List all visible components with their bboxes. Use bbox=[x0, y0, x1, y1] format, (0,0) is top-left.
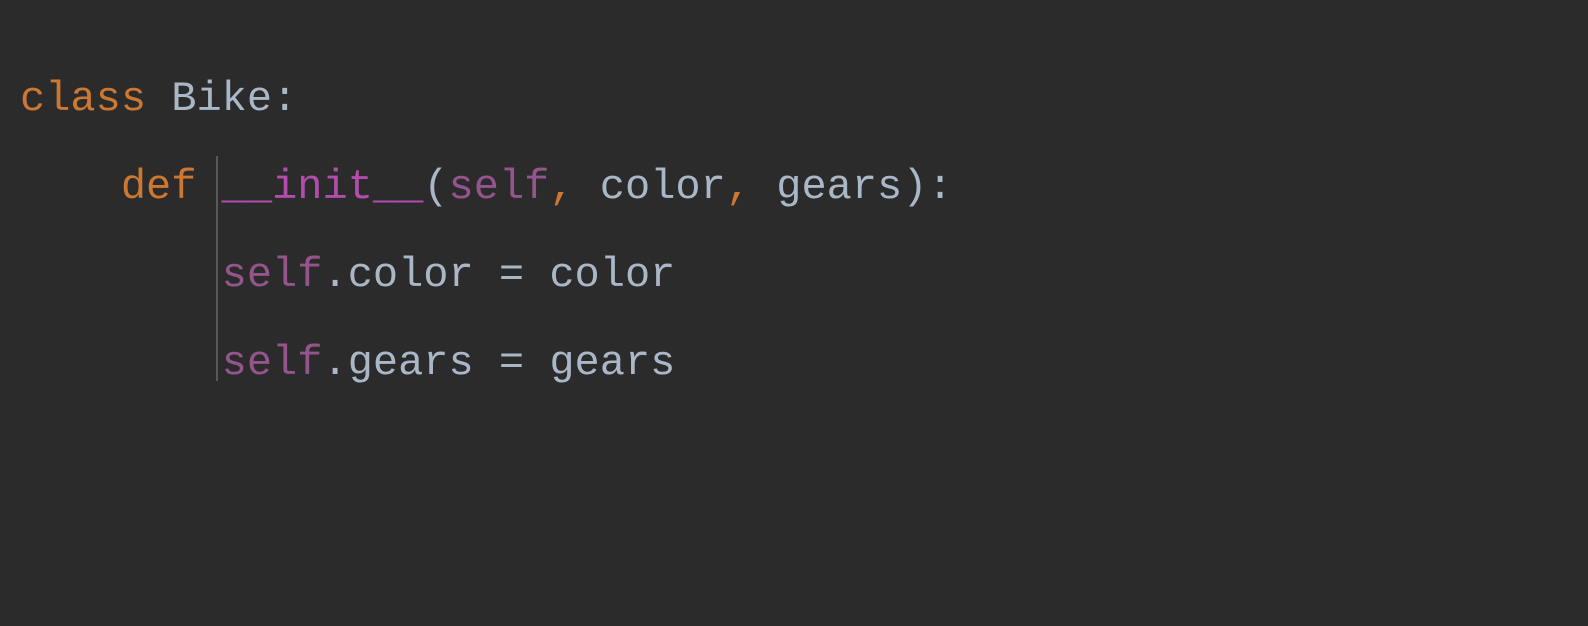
class-name: Bike bbox=[171, 75, 272, 123]
dot: . bbox=[322, 339, 347, 387]
comma: , bbox=[549, 163, 574, 211]
keyword-def: def bbox=[121, 163, 197, 211]
function-name: __init__ bbox=[222, 163, 424, 211]
dot: . bbox=[322, 251, 347, 299]
rhs-color: color bbox=[549, 251, 675, 299]
equals: = bbox=[474, 339, 550, 387]
code-line-1: class Bike: bbox=[20, 55, 1588, 143]
param-gears: gears bbox=[751, 163, 902, 211]
keyword-class: class bbox=[20, 75, 146, 123]
param-color: color bbox=[575, 163, 726, 211]
paren-open: ( bbox=[423, 163, 448, 211]
self-ref: self bbox=[222, 251, 323, 299]
rhs-gears: gears bbox=[549, 339, 675, 387]
equals: = bbox=[474, 251, 550, 299]
code-editor: class Bike: def __init__(self, color, ge… bbox=[0, 0, 1588, 407]
space bbox=[146, 75, 171, 123]
attr-color: color bbox=[348, 251, 474, 299]
space bbox=[196, 163, 221, 211]
code-line-2: def __init__(self, color, gears): bbox=[20, 143, 1588, 231]
paren-close: ) bbox=[902, 163, 927, 211]
colon: : bbox=[272, 75, 297, 123]
code-line-3: self.color = color bbox=[20, 231, 1588, 319]
self-ref: self bbox=[222, 339, 323, 387]
param-self: self bbox=[449, 163, 550, 211]
comma: , bbox=[726, 163, 751, 211]
code-line-4: self.gears = gears bbox=[20, 319, 1588, 407]
colon: : bbox=[927, 163, 952, 211]
attr-gears: gears bbox=[348, 339, 474, 387]
